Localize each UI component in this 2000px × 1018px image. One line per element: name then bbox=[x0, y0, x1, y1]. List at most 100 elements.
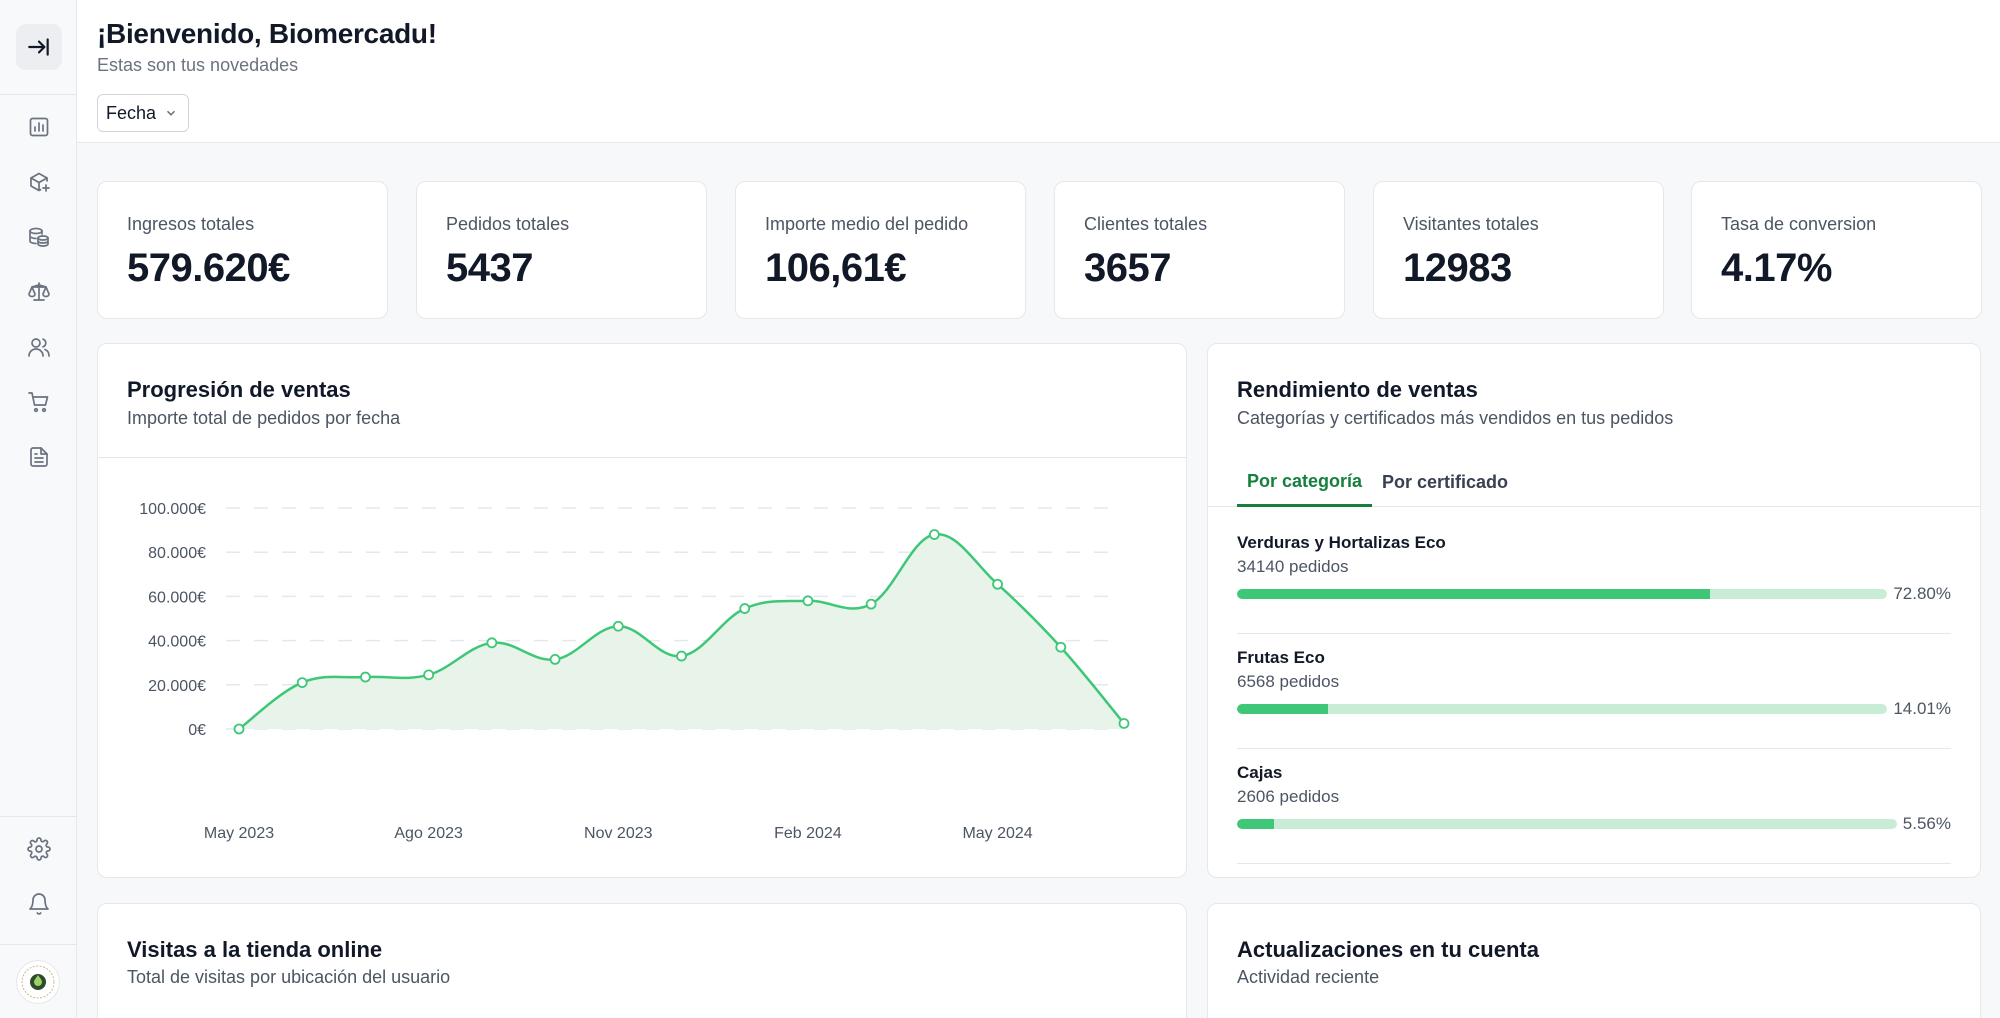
category-count: 2606 pedidos bbox=[1237, 787, 1340, 806]
users-icon bbox=[28, 338, 50, 357]
stat-value: 5437 bbox=[446, 246, 533, 290]
cart-icon bbox=[28, 392, 49, 413]
gear-icon bbox=[27, 837, 51, 861]
tab-by-category[interactable]: Por categoría bbox=[1237, 458, 1373, 507]
data-point bbox=[802, 595, 814, 607]
y-tick-label: 0€ bbox=[188, 722, 206, 739]
bar-chart-icon bbox=[29, 117, 49, 137]
sidebar-item-customers[interactable] bbox=[22, 330, 56, 364]
panel-title: Visitas a la tienda online bbox=[127, 937, 383, 962]
sidebar-item-notifications[interactable] bbox=[22, 887, 56, 921]
data-point bbox=[928, 529, 940, 540]
data-point bbox=[612, 620, 624, 632]
list-item: Verduras y Hortalizas Eco 34140 pedidos … bbox=[1237, 519, 1951, 634]
sidebar-item-documents[interactable] bbox=[22, 440, 56, 474]
category-count: 34140 pedidos bbox=[1237, 557, 1349, 576]
stat-card-conversion: Tasa de conversion 4.17% bbox=[1691, 181, 1982, 319]
list-item: Cajas 2606 pedidos 5.56% bbox=[1237, 749, 1951, 864]
y-tick-label: 100.000€ bbox=[139, 501, 206, 518]
date-filter-dropdown[interactable]: Fecha bbox=[97, 94, 190, 132]
date-filter-label: Fecha bbox=[106, 102, 157, 123]
document-icon bbox=[30, 447, 48, 467]
sales-area-chart: 100.000€ 80.000€ 60.000€ 40.000€ 20.000€ 0€ Ma… bbox=[139, 501, 1130, 842]
sidebar-divider bbox=[0, 816, 77, 817]
panel-title: Actualizaciones en tu cuenta bbox=[1237, 937, 1539, 962]
data-point bbox=[865, 598, 877, 610]
avatar[interactable] bbox=[16, 960, 60, 1004]
package-plus-icon bbox=[30, 172, 50, 192]
store-visits-panel: Visitas a la tienda online Total de visi… bbox=[97, 903, 1187, 1018]
data-point bbox=[360, 671, 371, 683]
x-tick-label: May 2024 bbox=[962, 825, 1032, 842]
chevron-down-icon bbox=[166, 110, 176, 116]
category-name: Frutas Eco bbox=[1237, 648, 1325, 667]
account-updates-panel: Actualizaciones en tu cuenta Actividad r… bbox=[1207, 903, 1981, 1018]
sidebar-divider bbox=[0, 944, 77, 945]
sidebar-item-products[interactable] bbox=[22, 165, 56, 199]
data-point bbox=[296, 677, 308, 688]
database-coins-icon bbox=[29, 227, 49, 247]
y-tick-label: 40.000€ bbox=[148, 634, 206, 651]
page-title: ¡Bienvenido, Biomercadu! bbox=[97, 18, 437, 49]
sidebar-item-orders[interactable] bbox=[22, 385, 56, 419]
category-percent: 5.56% bbox=[1902, 814, 1951, 833]
stat-value: 3657 bbox=[1084, 246, 1171, 290]
collapse-arrow-icon bbox=[28, 38, 49, 56]
stat-card-avg-order: Importe medio del pedido 106,61€ bbox=[735, 181, 1026, 319]
stat-label: Tasa de conversion bbox=[1721, 214, 1877, 234]
stat-card-visitors: Visitantes totales 12983 bbox=[1373, 181, 1664, 319]
sales-performance-panel: Rendimiento de ventas Categorías y certi… bbox=[1207, 343, 1981, 878]
data-point bbox=[486, 637, 498, 649]
y-tick-label: 60.000€ bbox=[148, 589, 206, 606]
panel-subtitle: Actividad reciente bbox=[1237, 967, 1380, 987]
stat-value: 579.620€ bbox=[127, 246, 290, 290]
progress-fill bbox=[1237, 819, 1274, 829]
x-tick-label: Nov 2023 bbox=[584, 825, 653, 842]
panel-subtitle: Importe total de pedidos por fecha bbox=[127, 408, 401, 428]
panel-title: Progresión de ventas bbox=[127, 377, 351, 402]
progress-track bbox=[1237, 819, 1897, 829]
stat-label: Pedidos totales bbox=[446, 214, 570, 234]
category-percent: 72.80% bbox=[1893, 584, 1951, 603]
data-point bbox=[423, 669, 435, 681]
area-fill bbox=[239, 534, 1124, 729]
stat-card-revenue: Ingresos totales 579.620€ bbox=[97, 181, 388, 319]
x-tick-label: Ago 2023 bbox=[394, 825, 463, 842]
stat-label: Ingresos totales bbox=[127, 214, 255, 234]
stat-label: Importe medio del pedido bbox=[765, 214, 969, 234]
stat-value: 12983 bbox=[1403, 246, 1512, 290]
collapse-sidebar-button[interactable] bbox=[16, 24, 62, 70]
stat-value: 106,61€ bbox=[765, 246, 907, 290]
list-item: Frutas Eco 6568 pedidos 14.01% bbox=[1237, 634, 1951, 749]
category-name: Cajas bbox=[1237, 763, 1283, 782]
stat-card-orders: Pedidos totales 5437 bbox=[416, 181, 707, 319]
tab-by-certificate[interactable]: Por certificado bbox=[1372, 458, 1518, 507]
sidebar-item-legal[interactable] bbox=[22, 275, 56, 309]
company-logo-icon bbox=[21, 965, 55, 999]
category-name: Verduras y Hortalizas Eco bbox=[1237, 533, 1446, 552]
panel-title: Rendimiento de ventas bbox=[1237, 377, 1478, 402]
panel-subtitle: Total de visitas por ubicación del usuar… bbox=[127, 967, 451, 987]
stat-label: Visitantes totales bbox=[1403, 214, 1539, 234]
sales-progress-panel: Progresión de ventas Importe total de pe… bbox=[97, 343, 1187, 878]
category-percent: 14.01% bbox=[1893, 699, 1951, 718]
sidebar-item-settings[interactable] bbox=[22, 832, 56, 866]
category-count: 6568 pedidos bbox=[1237, 672, 1340, 691]
performance-tabs: Por categoría Por certificado bbox=[1208, 458, 1980, 507]
sidebar-divider bbox=[0, 94, 77, 95]
stat-label: Clientes totales bbox=[1084, 214, 1208, 234]
data-point bbox=[676, 650, 687, 662]
progress-track bbox=[1237, 589, 1887, 599]
data-point bbox=[233, 723, 245, 735]
page-subtitle: Estas son tus novedades bbox=[97, 55, 299, 75]
stat-value: 4.17% bbox=[1721, 246, 1832, 290]
progress-track bbox=[1237, 704, 1887, 714]
page-header: ¡Bienvenido, Biomercadu! Estas son tus n… bbox=[77, 0, 2000, 143]
stat-card-customers: Clientes totales 3657 bbox=[1054, 181, 1345, 319]
sidebar-item-dashboard[interactable] bbox=[22, 110, 56, 144]
data-point bbox=[739, 603, 751, 614]
data-point bbox=[1055, 641, 1067, 653]
sidebar-item-finance[interactable] bbox=[22, 220, 56, 254]
x-tick-label: Feb 2024 bbox=[774, 825, 842, 842]
data-point bbox=[549, 653, 561, 665]
